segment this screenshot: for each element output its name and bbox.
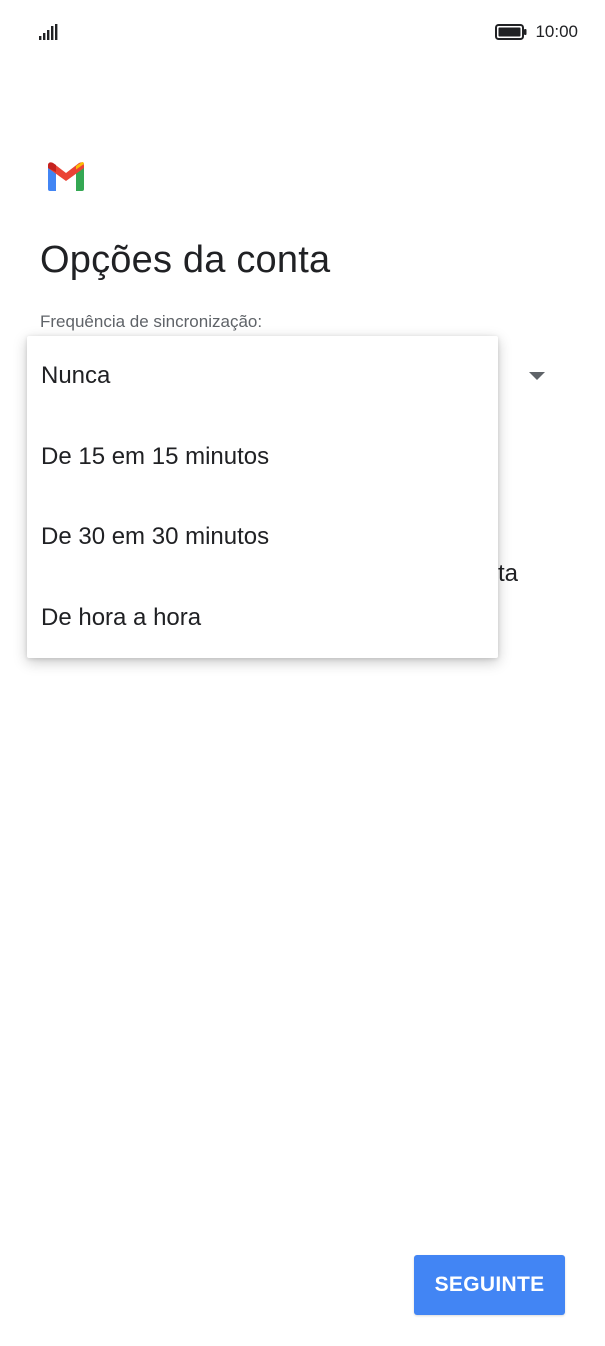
dropdown-arrow-icon[interactable] bbox=[529, 372, 545, 380]
sync-frequency-label: Frequência de sincronização: bbox=[40, 312, 263, 331]
next-button[interactable]: SEGUINTE bbox=[414, 1255, 565, 1315]
gmail-logo-icon bbox=[48, 162, 84, 191]
obscured-option-text: ta bbox=[498, 560, 519, 587]
status-bar: 10:00 bbox=[0, 0, 605, 64]
status-time: 10:00 bbox=[535, 22, 578, 41]
signal-bars-icon bbox=[39, 24, 58, 40]
sync-frequency-menu: Nunca De 15 em 15 minutos De 30 em 30 mi… bbox=[27, 336, 498, 658]
menu-item-30-minutes[interactable]: De 30 em 30 minutos bbox=[27, 497, 498, 578]
menu-item-never[interactable]: Nunca bbox=[27, 336, 498, 417]
menu-item-hourly[interactable]: De hora a hora bbox=[27, 578, 498, 659]
status-right: 10:00 bbox=[495, 20, 578, 44]
page-title: Opções da conta bbox=[40, 239, 331, 281]
battery-icon bbox=[495, 24, 527, 40]
menu-item-15-minutes[interactable]: De 15 em 15 minutos bbox=[27, 417, 498, 498]
